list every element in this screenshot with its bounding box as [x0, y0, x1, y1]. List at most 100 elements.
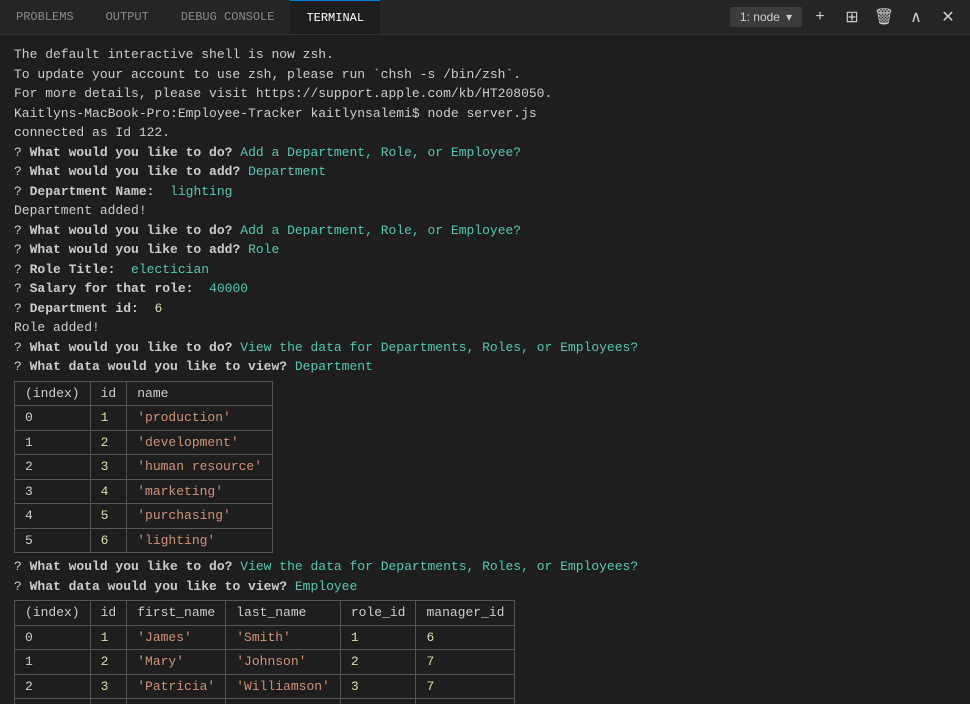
- cell-last-name: 'Jones': [226, 699, 341, 704]
- close-icon: ✕: [941, 7, 954, 27]
- employee-table: (index) id first_name last_name role_id …: [14, 600, 515, 704]
- table-row: 0 1 'production': [15, 406, 273, 431]
- cell-manager-id: 7: [416, 674, 515, 699]
- add-terminal-button[interactable]: +: [806, 3, 834, 31]
- cell-last-name: 'Williamson': [226, 674, 341, 699]
- cell-name: 'marketing': [127, 479, 273, 504]
- cell-id: 2: [90, 650, 127, 675]
- cell-name: 'development': [127, 430, 273, 455]
- cell-index: 0: [15, 406, 91, 431]
- cell-id: 4: [90, 699, 127, 704]
- cell-index: 3: [15, 699, 91, 704]
- cell-index: 4: [15, 504, 91, 529]
- q2: ? What would you like to add? Department: [14, 162, 956, 182]
- cell-index: 2: [15, 674, 91, 699]
- cell-name: 'lighting': [127, 528, 273, 553]
- split-terminal-button[interactable]: ⊞: [838, 3, 866, 31]
- table-row: 3 4 'marketing': [15, 479, 273, 504]
- cell-index: 2: [15, 455, 91, 480]
- cell-id: 1: [90, 406, 127, 431]
- cell-id: 3: [90, 674, 127, 699]
- cell-first-name: 'John': [127, 699, 226, 704]
- tab-terminal[interactable]: TERMINAL: [290, 0, 380, 34]
- q7: ? Salary for that role: 40000: [14, 279, 956, 299]
- close-button[interactable]: ✕: [934, 3, 962, 31]
- cell-role-id: 1: [340, 625, 416, 650]
- cell-first-name: 'James': [127, 625, 226, 650]
- cell-manager-id: 6: [416, 625, 515, 650]
- table-row: 1 2 'Mary' 'Johnson' 2 7: [15, 650, 515, 675]
- col-name: name: [127, 381, 273, 406]
- cell-name: 'purchasing': [127, 504, 273, 529]
- q6: ? Role Title: electician: [14, 260, 956, 280]
- split-icon: ⊞: [845, 7, 858, 27]
- q4: ? What would you like to do? Add a Depar…: [14, 221, 956, 241]
- tab-problems[interactable]: PROBLEMS: [0, 0, 90, 34]
- chevron-up-icon: ∧: [910, 7, 922, 27]
- q11: ? What would you like to do? View the da…: [14, 557, 956, 577]
- col-last-name: last_name: [226, 601, 341, 626]
- intro-line-2: To update your account to use zsh, pleas…: [14, 65, 956, 85]
- cell-name: 'production': [127, 406, 273, 431]
- minimize-button[interactable]: ∧: [902, 3, 930, 31]
- cell-id: 4: [90, 479, 127, 504]
- table-row: 2 3 'Patricia' 'Williamson' 3 7: [15, 674, 515, 699]
- q3: ? Department Name: lighting: [14, 182, 956, 202]
- role-added: Role added!: [14, 318, 956, 338]
- col-role-id: role_id: [340, 601, 416, 626]
- cell-role-id: 4: [340, 699, 416, 704]
- cell-id: 1: [90, 625, 127, 650]
- q8: ? Department id: 6: [14, 299, 956, 319]
- cell-id: 5: [90, 504, 127, 529]
- cell-index: 1: [15, 650, 91, 675]
- department-table: (index) id name 0 1 'production' 1 2 'de…: [14, 381, 273, 554]
- cell-index: 3: [15, 479, 91, 504]
- cell-index: 5: [15, 528, 91, 553]
- terminal-dropdown[interactable]: 1: node ▾: [730, 7, 802, 27]
- cell-first-name: 'Mary': [127, 650, 226, 675]
- top-bar: PROBLEMS OUTPUT DEBUG CONSOLE TERMINAL 1…: [0, 0, 970, 35]
- cell-index: 1: [15, 430, 91, 455]
- q1: ? What would you like to do? Add a Depar…: [14, 143, 956, 163]
- q12: ? What data would you like to view? Empl…: [14, 577, 956, 597]
- intro-line-5: connected as Id 122.: [14, 123, 956, 143]
- table-row: 4 5 'purchasing': [15, 504, 273, 529]
- col-index: (index): [15, 601, 91, 626]
- cell-last-name: 'Smith': [226, 625, 341, 650]
- plus-icon: +: [815, 8, 824, 26]
- table-row: 3 4 'John' 'Jones' 4 6: [15, 699, 515, 704]
- tab-debug-console[interactable]: DEBUG CONSOLE: [165, 0, 291, 34]
- trash-button[interactable]: 🗑: [870, 3, 898, 31]
- col-id: id: [90, 601, 127, 626]
- col-first-name: first_name: [127, 601, 226, 626]
- table-row: 2 3 'human resource': [15, 455, 273, 480]
- table-row: 0 1 'James' 'Smith' 1 6: [15, 625, 515, 650]
- table-row: 1 2 'development': [15, 430, 273, 455]
- terminal-output[interactable]: The default interactive shell is now zsh…: [0, 35, 970, 704]
- cell-index: 0: [15, 625, 91, 650]
- q9: ? What would you like to do? View the da…: [14, 338, 956, 358]
- cell-last-name: 'Johnson': [226, 650, 341, 675]
- dept-added: Department added!: [14, 201, 956, 221]
- trash-icon: 🗑: [874, 7, 894, 27]
- intro-line-3: For more details, please visit https://s…: [14, 84, 956, 104]
- intro-line-4: Kaitlyns-MacBook-Pro:Employee-Tracker ka…: [14, 104, 956, 124]
- cell-id: 2: [90, 430, 127, 455]
- table-row: 5 6 'lighting': [15, 528, 273, 553]
- terminal-controls: 1: node ▾ + ⊞ 🗑 ∧ ✕: [730, 3, 970, 31]
- cell-manager-id: 7: [416, 650, 515, 675]
- cell-first-name: 'Patricia': [127, 674, 226, 699]
- q10: ? What data would you like to view? Depa…: [14, 357, 956, 377]
- cell-id: 6: [90, 528, 127, 553]
- cell-role-id: 3: [340, 674, 416, 699]
- cell-role-id: 2: [340, 650, 416, 675]
- col-id: id: [90, 381, 127, 406]
- tab-output[interactable]: OUTPUT: [90, 0, 165, 34]
- q5: ? What would you like to add? Role: [14, 240, 956, 260]
- chevron-down-icon: ▾: [786, 10, 792, 24]
- col-index: (index): [15, 381, 91, 406]
- col-manager-id: manager_id: [416, 601, 515, 626]
- intro-line-1: The default interactive shell is now zsh…: [14, 45, 956, 65]
- cell-id: 3: [90, 455, 127, 480]
- cell-manager-id: 6: [416, 699, 515, 704]
